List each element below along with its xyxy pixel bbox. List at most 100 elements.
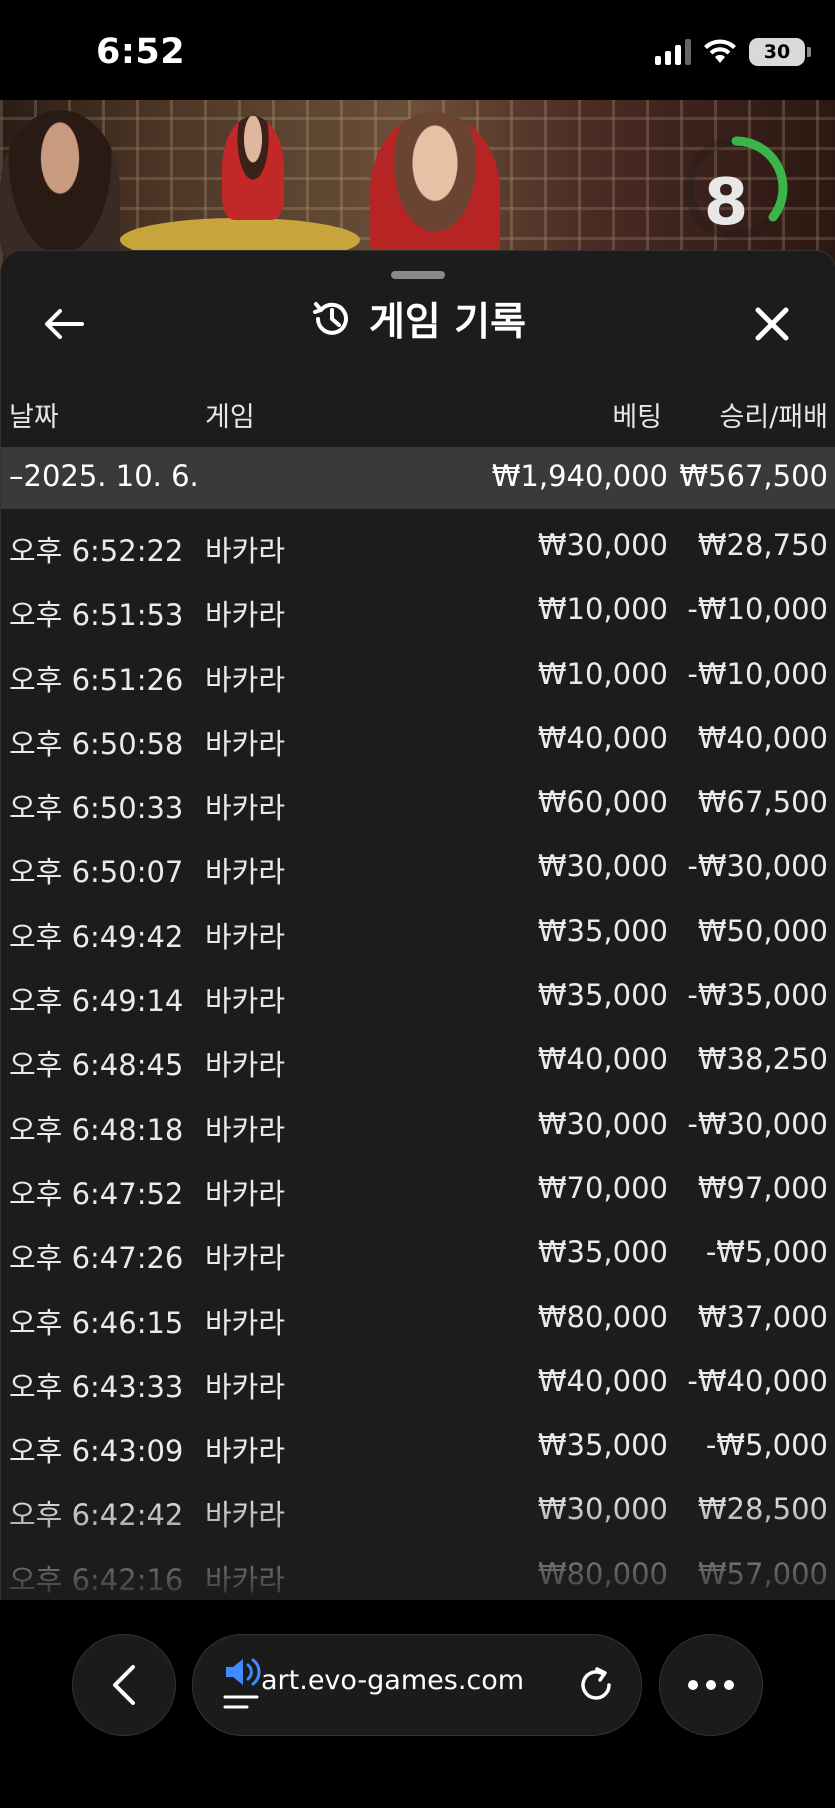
row-time: 오후 6:49:42: [9, 919, 184, 954]
table-row[interactable]: 오후 6:50:07 바카라 ₩30,000 -₩30,000: [1, 837, 835, 901]
row-game: 바카라: [205, 919, 286, 954]
table-row[interactable]: 오후 6:47:52 바카라 ₩70,000 ₩97,000: [1, 1159, 835, 1223]
row-bet: ₩35,000: [537, 913, 668, 948]
row-game: 바카라: [205, 534, 286, 568]
row-bet: ₩35,000: [537, 1235, 668, 1270]
table-row[interactable]: 오후 6:50:33 바카라 ₩60,000 ₩67,500: [1, 773, 835, 837]
table-row[interactable]: 오후 6:43:09 바카라 ₩35,000 -₩5,000: [1, 1416, 835, 1480]
column-game: 게임: [205, 402, 255, 433]
row-game: 바카라: [205, 791, 286, 826]
table-row[interactable]: 오후 6:48:45 바카라 ₩40,000 ₩38,250: [1, 1030, 835, 1094]
url-text: art.evo-games.com: [261, 1665, 525, 1696]
row-game: 바카라: [205, 1048, 286, 1083]
row-time: 오후 6:48:18: [9, 1112, 184, 1147]
row-game: 바카라: [205, 662, 286, 697]
row-win-loss: -₩30,000: [687, 849, 828, 884]
table-row[interactable]: 오후 6:47:26 바카라 ₩35,000 -₩5,000: [1, 1223, 835, 1287]
row-game: 바카라: [205, 1434, 286, 1469]
row-bet: ₩30,000: [537, 1492, 668, 1527]
reload-icon[interactable]: [575, 1663, 619, 1707]
summary-win-loss-total: ₩567,500: [679, 459, 828, 493]
row-win-loss: ₩67,500: [697, 785, 828, 820]
game-history-panel: 게임 기록 날짜 게임 베팅 승리/패배 –2025. 10. 6. ₩1,94…: [0, 250, 835, 1601]
panel-title: 게임 기록: [368, 300, 527, 345]
row-bet: ₩35,000: [537, 978, 668, 1013]
row-win-loss: -₩10,000: [687, 656, 828, 691]
countdown-number: 8: [703, 166, 749, 240]
row-bet: ₩70,000: [537, 1170, 668, 1205]
row-bet: ₩40,000: [537, 720, 668, 755]
row-game: 바카라: [205, 598, 286, 633]
row-time: 오후 6:51:26: [9, 662, 184, 697]
browser-back-button[interactable]: [72, 1634, 176, 1736]
address-bar[interactable]: art.evo-games.com: [192, 1634, 642, 1736]
row-bet: ₩30,000: [537, 849, 668, 884]
table-row[interactable]: 오후 6:50:58 바카라 ₩40,000 ₩40,000: [1, 709, 835, 773]
row-bet: ₩30,000: [537, 528, 668, 562]
row-bet: ₩40,000: [537, 1042, 668, 1077]
table-row[interactable]: 오후 6:49:42 바카라 ₩35,000 ₩50,000: [1, 902, 835, 966]
summary-date: –2025. 10. 6.: [9, 459, 199, 493]
table-row[interactable]: 오후 6:52:22 바카라 ₩30,000 ₩28,750: [1, 516, 835, 580]
table-row[interactable]: 오후 6:46:15 바카라 ₩80,000 ₩37,000: [1, 1288, 835, 1352]
row-win-loss: ₩28,750: [697, 528, 828, 562]
table-row[interactable]: 오후 6:48:18 바카라 ₩30,000 -₩30,000: [1, 1095, 835, 1159]
row-bet: ₩30,000: [537, 1106, 668, 1141]
row-game: 바카라: [205, 984, 286, 1019]
row-time: 오후 6:50:07: [9, 855, 184, 890]
row-game: 바카라: [205, 1112, 286, 1147]
row-win-loss: ₩37,000: [697, 1299, 828, 1334]
row-bet: ₩35,000: [537, 1428, 668, 1463]
status-time: 6:52: [96, 32, 186, 72]
panel-header: 게임 기록: [1, 291, 835, 347]
table-row[interactable]: 오후 6:43:33 바카라 ₩40,000 -₩40,000: [1, 1352, 835, 1416]
row-win-loss: -₩30,000: [687, 1106, 828, 1141]
row-bet: ₩80,000: [537, 1299, 668, 1334]
more-dots-icon: [688, 1680, 698, 1690]
table-row[interactable]: 오후 6:42:16 바카라 ₩80,000 ₩57,000: [1, 1545, 835, 1601]
cellular-signal-icon: [655, 39, 691, 65]
table-row[interactable]: 오후 6:51:53 바카라 ₩10,000 -₩10,000: [1, 580, 835, 644]
column-bet: 베팅: [612, 402, 662, 433]
row-game: 바카라: [205, 726, 286, 761]
row-time: 오후 6:49:14: [9, 984, 184, 1019]
date-summary-row[interactable]: –2025. 10. 6. ₩1,940,000 ₩567,500: [1, 447, 835, 509]
row-time: 오후 6:46:15: [9, 1305, 184, 1340]
row-game: 바카라: [205, 1241, 286, 1276]
row-bet: ₩80,000: [537, 1556, 668, 1591]
row-bet: ₩60,000: [537, 785, 668, 820]
row-time: 오후 6:47:52: [9, 1176, 184, 1211]
table-row[interactable]: 오후 6:42:42 바카라 ₩30,000 ₩28,500: [1, 1480, 835, 1544]
wifi-icon: [704, 39, 736, 63]
row-win-loss: -₩35,000: [687, 978, 828, 1013]
row-game: 바카라: [205, 1369, 286, 1404]
drag-handle[interactable]: [391, 271, 445, 279]
row-time: 오후 6:43:09: [9, 1434, 184, 1469]
row-win-loss: ₩97,000: [697, 1170, 828, 1205]
row-win-loss: ₩28,500: [697, 1492, 828, 1527]
live-video-stream: 8: [0, 100, 835, 270]
browser-toolbar: art.evo-games.com: [0, 1600, 835, 1808]
table-row[interactable]: 오후 6:51:26 바카라 ₩10,000 -₩10,000: [1, 645, 835, 709]
chevron-left-icon: [113, 1665, 135, 1705]
summary-bet-total: ₩1,940,000: [491, 459, 668, 493]
row-win-loss: ₩40,000: [697, 720, 828, 755]
column-date: 날짜: [9, 402, 59, 433]
table-row[interactable]: 오후 6:49:14 바카라 ₩35,000 -₩35,000: [1, 966, 835, 1030]
row-game: 바카라: [205, 1305, 286, 1340]
row-time: 오후 6:42:16: [9, 1562, 184, 1597]
row-time: 오후 6:42:42: [9, 1498, 184, 1533]
row-game: 바카라: [205, 855, 286, 890]
status-icons: 30: [655, 38, 811, 66]
close-button[interactable]: [747, 299, 797, 349]
row-time: 오후 6:52:22: [9, 534, 184, 568]
row-bet: ₩10,000: [537, 592, 668, 627]
row-game: 바카라: [205, 1498, 286, 1533]
row-time: 오후 6:50:58: [9, 726, 184, 761]
battery-indicator: 30: [749, 38, 811, 66]
row-win-loss: ₩38,250: [697, 1042, 828, 1077]
dealer-center: [222, 116, 284, 220]
dealer-left: [0, 110, 120, 270]
more-options-button[interactable]: [659, 1634, 763, 1736]
speaker-icon[interactable]: [223, 1657, 263, 1713]
